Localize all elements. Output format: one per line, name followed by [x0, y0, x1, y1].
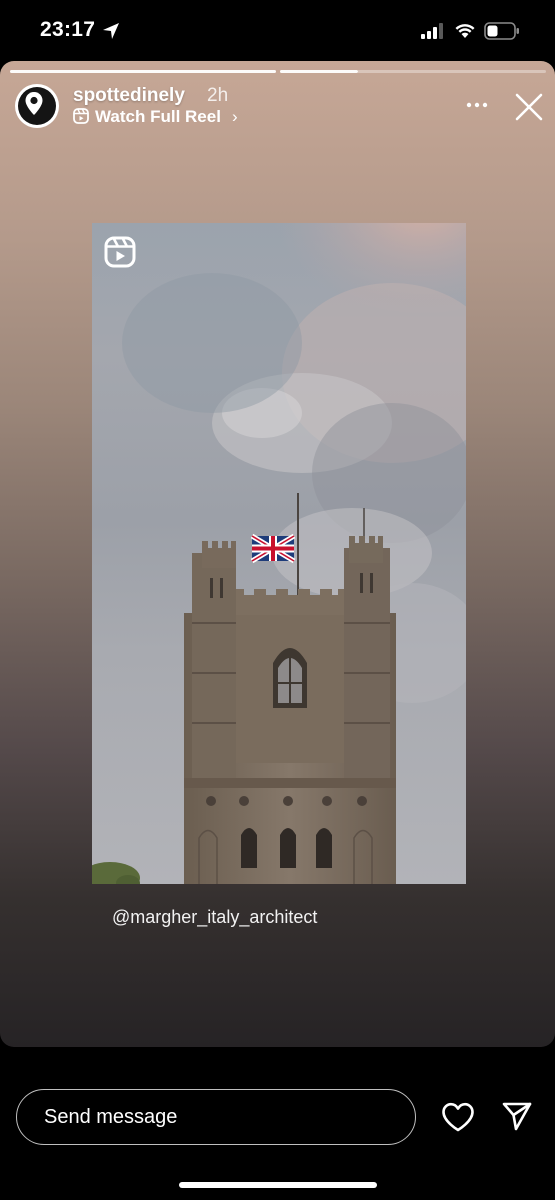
send-icon[interactable]	[501, 1100, 533, 1132]
status-bar: 23:17	[0, 0, 555, 60]
reels-icon-small[interactable]	[73, 108, 89, 124]
story-viewer[interactable]: spottedinely 2h Watch Full Reel › @margh…	[0, 61, 555, 1047]
story-progress-segment-1	[10, 70, 276, 73]
reels-icon	[104, 236, 136, 268]
location-arrow-icon	[103, 23, 119, 39]
heart-icon[interactable]	[441, 1102, 475, 1132]
reel-caption-mention[interactable]: @margher_italy_architect	[112, 907, 317, 928]
post-time: 2h	[207, 85, 229, 106]
story-progress-segment-3	[358, 70, 546, 73]
battery-icon	[484, 22, 519, 40]
union-flag	[250, 533, 296, 564]
send-message-input[interactable]: Send message	[16, 1089, 416, 1145]
username[interactable]: spottedinely	[73, 85, 185, 107]
cellular-signal-icon	[421, 23, 443, 39]
home-indicator[interactable]	[179, 1182, 377, 1188]
status-time: 23:17	[40, 18, 96, 41]
cathedral-tower-image	[92, 223, 466, 884]
more-options-icon[interactable]	[464, 94, 490, 116]
wifi-icon	[455, 24, 475, 38]
map-pin-icon	[25, 92, 43, 115]
watch-full-reel-link[interactable]: Watch Full Reel	[95, 107, 221, 127]
avatar[interactable]	[15, 84, 59, 128]
reel-preview[interactable]	[92, 223, 466, 884]
chevron-right-icon[interactable]: ›	[232, 107, 238, 127]
send-message-placeholder: Send message	[44, 1106, 178, 1128]
close-icon[interactable]	[514, 92, 544, 122]
story-progress-segment-2	[280, 70, 358, 73]
